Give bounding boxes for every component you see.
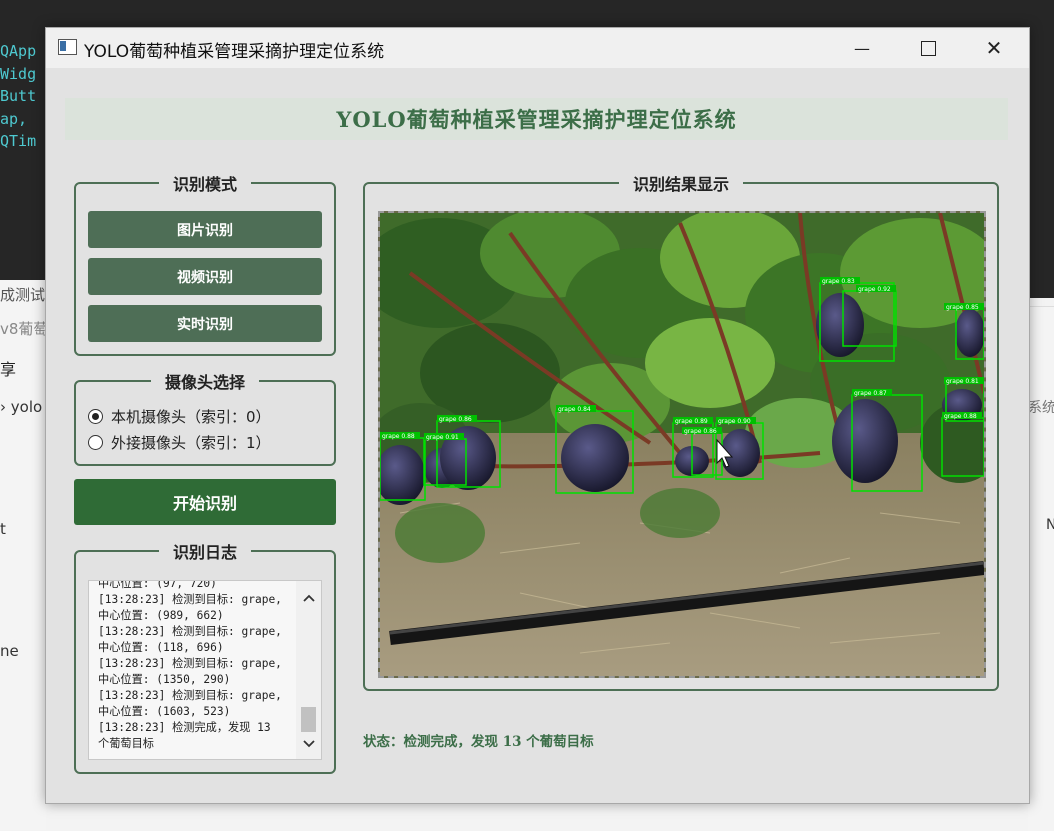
group-title: 识别模式 [158,175,251,194]
svg-text:grape 0.83: grape 0.83 [822,278,855,285]
scroll-thumb[interactable] [301,707,316,732]
group-title: 识别结果显示 [618,175,743,194]
detection-image-frame: grape 0.88 grape 0.91 grape 0.86 grape 0… [378,211,986,678]
detection-label: grape 0.81 [944,377,984,385]
background-right-panel: 系统 N [1028,306,1054,831]
main-content: YOLO葡萄种植采管理采摘护理定位系统 识别模式 图片识别 视频识别 实时识别 … [46,68,1029,803]
log-line: [13:28:23] 检测到目标: grape, [98,625,282,638]
radio-external-camera[interactable]: 外接摄像头（索引：1） [88,432,271,453]
video-recognition-button[interactable]: 视频识别 [88,258,322,295]
radio-local-camera[interactable]: 本机摄像头（索引：0） [88,406,271,427]
detection-label: grape 0.87 [852,389,892,397]
svg-text:grape 0.81: grape 0.81 [946,378,979,385]
svg-text:grape 0.86: grape 0.86 [684,428,717,435]
background-left-panel: 成测试 v8葡萄 享 › yolo t ne [0,280,49,830]
minimize-button[interactable]: — [839,28,885,68]
log-textarea[interactable]: 中心位置: (97, 720) [13:28:23] 检测到目标: grape, 中… [88,580,322,760]
detection-label: grape 0.89 [673,417,713,425]
chevron-up-icon [303,594,315,602]
log-line: [13:28:23] 检测到目标: grape, [98,593,282,606]
close-button[interactable]: ✕ [971,28,1017,68]
background-text: N [1046,517,1054,533]
log-line: 个葡萄目标 [98,737,154,750]
group-title: 摄像头选择 [150,373,259,392]
detection-label: grape 0.91 [424,433,464,441]
app-icon [58,39,77,55]
radio-checked-icon [88,409,103,424]
detection-label: grape 0.84 [556,405,596,413]
radio-label: 外接摄像头（索引：1） [111,434,271,452]
group-title: 识别日志 [158,543,251,562]
vineyard-photo: grape 0.88 grape 0.91 grape 0.86 grape 0… [380,213,984,676]
log-scrollbar[interactable] [296,581,321,759]
detection-label: grape 0.88 [380,432,420,440]
log-line: 中心位置: (1603, 523) [98,705,231,718]
scroll-up-button[interactable] [300,589,318,607]
background-text: ne [0,642,19,660]
svg-text:grape 0.90: grape 0.90 [718,418,751,425]
log-line: [13:28:23] 检测到目标: grape, [98,689,282,702]
radio-unchecked-icon [88,435,103,450]
background-text: 成测试 [0,286,46,304]
svg-text:grape 0.85: grape 0.85 [946,304,979,311]
image-recognition-button[interactable]: 图片识别 [88,211,322,248]
title-bar[interactable]: YOLO葡萄种植采管理采摘护理定位系统 — ✕ [46,28,1029,68]
svg-text:grape 0.87: grape 0.87 [854,390,887,397]
close-icon: ✕ [985,36,1003,60]
chevron-down-icon [303,740,315,748]
svg-text:grape 0.89: grape 0.89 [675,418,708,425]
recognition-log-group: 识别日志 中心位置: (97, 720) [13:28:23] 检测到目标: gr… [74,543,336,774]
minimize-icon: — [854,38,870,58]
svg-text:grape 0.88: grape 0.88 [382,433,415,440]
svg-text:grape 0.84: grape 0.84 [558,406,591,413]
log-line: 中心位置: (1350, 290) [98,673,231,686]
detection-label: grape 0.86 [682,427,722,435]
log-lines: 中心位置: (97, 720) [13:28:23] 检测到目标: grape, 中… [98,580,288,752]
result-display-group: 识别结果显示 grape 0.88 grape 0.91 grape 0.86 … [363,175,999,691]
app-window: YOLO葡萄种植采管理采摘护理定位系统 — ✕ YOLO葡萄种植采管理采摘护理定… [45,27,1030,804]
log-line: [13:28:23] 检测完成，发现 13 [98,721,271,734]
status-text: 状态：检测完成，发现 13 个葡萄目标 [363,734,594,750]
detection-label: grape 0.85 [944,303,984,311]
detection-label: grape 0.92 [856,285,896,293]
radio-label: 本机摄像头（索引：0） [111,408,271,426]
svg-text:grape 0.88: grape 0.88 [944,413,977,420]
background-text: v8葡萄 [0,320,49,338]
detection-label: grape 0.88 [942,412,982,420]
camera-select-group: 摄像头选择 本机摄像头（索引：0） 外接摄像头（索引：1） [74,373,336,466]
background-text: › yolo [0,398,43,416]
window-title: YOLO葡萄种植采管理采摘护理定位系统 [84,42,385,62]
scroll-down-button[interactable] [300,735,318,753]
svg-text:grape 0.92: grape 0.92 [858,286,891,293]
detection-label: grape 0.90 [716,417,756,425]
background-text: 系统 [1028,400,1054,416]
detection-label: grape 0.83 [820,277,860,285]
log-line: [13:28:23] 检测到目标: grape, [98,657,282,670]
background-text: t [0,520,6,538]
svg-text:grape 0.91: grape 0.91 [426,434,459,441]
realtime-recognition-button[interactable]: 实时识别 [88,305,322,342]
background-text: 享 [0,360,17,379]
start-recognition-button[interactable]: 开始识别 [74,479,336,525]
maximize-button[interactable] [905,28,951,68]
svg-text:grape 0.86: grape 0.86 [439,416,472,423]
page-title: YOLO葡萄种植采管理采摘护理定位系统 [65,98,1008,140]
log-line: 中心位置: (118, 696) [98,641,224,654]
maximize-icon [920,40,936,56]
log-line: 中心位置: (97, 720) [98,580,217,590]
recognition-mode-group: 识别模式 图片识别 视频识别 实时识别 [74,175,336,356]
detection-label: grape 0.86 [437,415,477,423]
log-line: 中心位置: (989, 662) [98,609,224,622]
